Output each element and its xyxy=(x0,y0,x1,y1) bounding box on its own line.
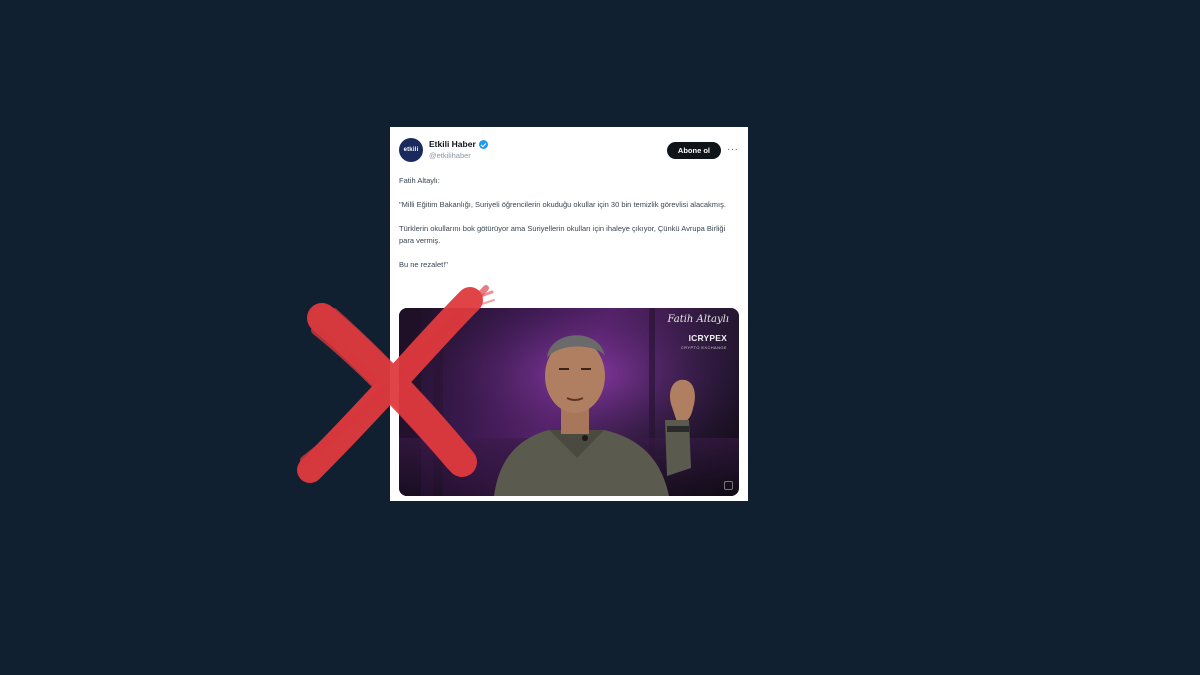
avatar[interactable]: etkili xyxy=(399,138,423,162)
page-stage: etkili Etkili Haber @etkilihaber Abone o… xyxy=(0,0,1200,675)
media-signature-watermark: Fatih Altaylı xyxy=(667,314,729,325)
name-row: Etkili Haber xyxy=(429,139,488,150)
author-display-name[interactable]: Etkili Haber xyxy=(429,139,476,150)
media-brand-watermark: ICRYPEX CRYPTO EXCHANGE xyxy=(681,334,727,352)
author-identity: Etkili Haber @etkilihaber xyxy=(429,139,488,161)
tweet-media-image[interactable]: Fatih Altaylı ICRYPEX CRYPTO EXCHANGE xyxy=(399,308,739,496)
tweet-paragraph: "Milli Eğitim Bakanlığı, Suriyeli öğrenc… xyxy=(399,200,726,209)
tweet-card: etkili Etkili Haber @etkilihaber Abone o… xyxy=(390,127,748,501)
subscribe-button[interactable]: Abone ol xyxy=(666,141,721,159)
verified-badge-icon xyxy=(478,140,488,149)
tweet-header: etkili Etkili Haber @etkilihaber Abone o… xyxy=(399,137,739,163)
media-expand-icon[interactable] xyxy=(724,481,733,490)
media-brand-subtitle: CRYPTO EXCHANGE xyxy=(680,345,727,350)
tweet-text: Fatih Altaylı: "Milli Eğitim Bakanlığı, … xyxy=(399,175,739,271)
tweet-paragraph: Bu ne rezalet!" xyxy=(399,260,448,269)
tweet-paragraph: Fatih Altaylı: xyxy=(399,176,440,185)
media-brand-name: ICRYPEX xyxy=(688,333,727,343)
more-horizontal-icon[interactable]: ··· xyxy=(727,145,739,155)
avatar-logo: etkili xyxy=(403,147,419,153)
tweet-paragraph: Türklerin okullarını bok götürüyor ama S… xyxy=(399,224,726,245)
author-handle[interactable]: @etkilihaber xyxy=(429,150,488,161)
